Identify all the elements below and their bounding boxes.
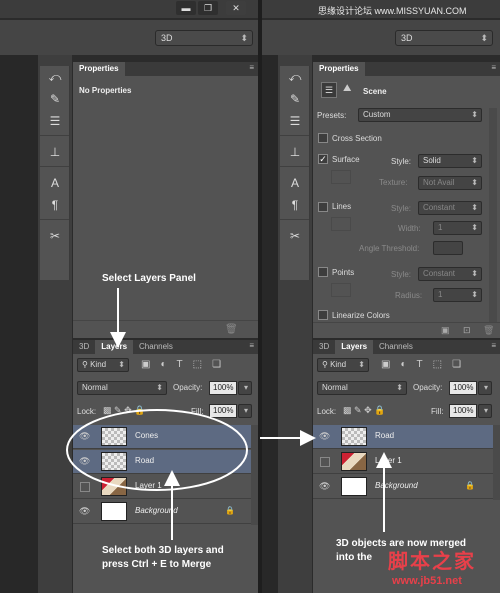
watermark-cn: 脚本之家 [388,551,476,573]
annotation-overlay [66,288,392,540]
selection-ellipse [66,409,248,491]
watermark-url: www.jb51.net [392,575,462,587]
